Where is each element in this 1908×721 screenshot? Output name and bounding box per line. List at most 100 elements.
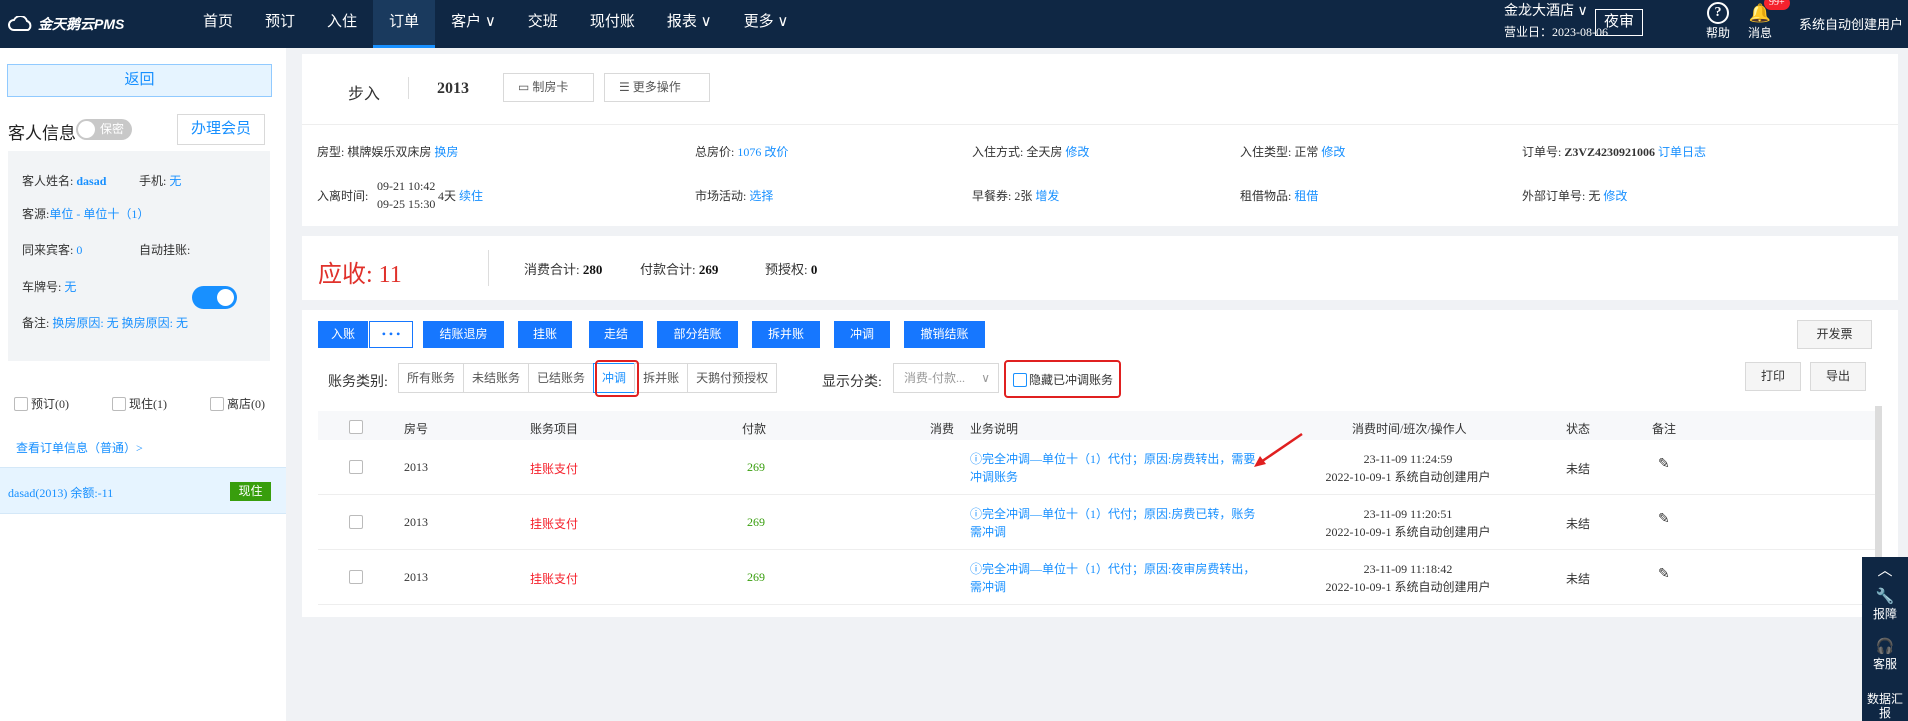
filter-reserved[interactable]: 预订(0) bbox=[14, 395, 112, 412]
messages-label: 消息 bbox=[1747, 26, 1772, 40]
hotel-selector[interactable]: 金龙大酒店 ∨ bbox=[1504, 3, 1588, 21]
edit-checkin-type-link[interactable]: 修改 bbox=[1321, 145, 1345, 159]
col-consume: 消费 bbox=[930, 422, 955, 436]
edit-icon[interactable]: ✎ bbox=[1658, 511, 1670, 528]
back-button[interactable]: 返回 bbox=[7, 64, 272, 97]
table-row[interactable]: 2013 挂账支付 269 ⓘ完全冲调—单位十（1）代付；原因:夜审房费转出，需… bbox=[318, 550, 1876, 605]
checkbox[interactable] bbox=[14, 396, 28, 411]
checkin-mode-field: 入住方式: 全天房 修改 bbox=[972, 143, 1089, 160]
messages-button[interactable]: 🔔 99+ 消息 bbox=[1742, 0, 1790, 41]
row-checkbox[interactable] bbox=[349, 460, 363, 474]
display-category-select[interactable]: 消费-付款... ∨ bbox=[893, 363, 999, 393]
due-value: 11 bbox=[378, 262, 402, 288]
order-log-link[interactable]: 订单日志 bbox=[1658, 145, 1706, 159]
checkbox[interactable] bbox=[112, 396, 126, 411]
reverse-adjust-button[interactable]: 冲调 bbox=[834, 321, 890, 348]
tab-settled[interactable]: 已结账务 bbox=[528, 363, 595, 393]
report-label: 报障 bbox=[1872, 607, 1897, 621]
row-checkbox[interactable] bbox=[349, 570, 363, 584]
export-button[interactable]: 导出 bbox=[1810, 362, 1866, 391]
row-checkbox[interactable] bbox=[349, 515, 363, 529]
table-row[interactable]: 2013 挂账支付 269 ⓘ完全冲调—单位十（1）代付；原因:房费已转，账务需… bbox=[318, 495, 1876, 550]
nav-home[interactable]: 首页 bbox=[187, 0, 249, 48]
filter-in-house[interactable]: 现住(1) bbox=[112, 395, 210, 412]
edit-checkin-mode-link[interactable]: 修改 bbox=[1065, 145, 1089, 159]
add-breakfast-link[interactable]: 增发 bbox=[1035, 189, 1059, 203]
scroll-top-button[interactable]: ︿ bbox=[1862, 561, 1908, 581]
phone-value[interactable]: 无 bbox=[169, 174, 181, 188]
cell-payment: 269 bbox=[747, 460, 765, 474]
service-label: 客服 bbox=[1872, 657, 1897, 671]
plate-value[interactable]: 无 bbox=[64, 280, 76, 294]
shift-operator: 2022-10-09-1 系统自动创建用户 bbox=[1325, 525, 1491, 539]
walk-settle-button[interactable]: 走结 bbox=[589, 321, 643, 348]
more-operations-button[interactable]: ☰ 更多操作 bbox=[604, 73, 710, 102]
change-price-link[interactable]: 改价 bbox=[764, 145, 788, 159]
change-room-link[interactable]: 换房 bbox=[434, 145, 458, 159]
post-more-button[interactable]: • • • bbox=[369, 321, 413, 348]
customer-service-button[interactable]: 🎧 客服 bbox=[1862, 637, 1908, 671]
nav-shift[interactable]: 交班 bbox=[512, 0, 574, 48]
order-item-text: dasad(2013) 余额:-11 bbox=[8, 486, 114, 500]
edit-external-order-link[interactable]: 修改 bbox=[1603, 189, 1627, 203]
help-button[interactable]: ? 帮助 bbox=[1700, 2, 1736, 41]
print-button[interactable]: 打印 bbox=[1745, 362, 1801, 391]
col-payment: 付款 bbox=[742, 422, 767, 436]
tab-all-accounts[interactable]: 所有账务 bbox=[398, 363, 465, 393]
edit-icon[interactable]: ✎ bbox=[1658, 566, 1670, 583]
register-member-button[interactable]: 办理会员 bbox=[177, 114, 265, 145]
field-label: 入住类型: bbox=[1240, 145, 1292, 159]
tab-unsettled[interactable]: 未结账务 bbox=[463, 363, 530, 393]
privacy-toggle[interactable]: 保密 bbox=[76, 119, 132, 140]
cell-description[interactable]: ⓘ完全冲调—单位十（1）代付；原因:房费已转，账务需冲调 bbox=[970, 505, 1260, 541]
table-row[interactable]: 2013 挂账支付 269 ⓘ完全冲调—单位十（1）代付；原因:房费转出，需要冲… bbox=[318, 440, 1876, 495]
select-all-checkbox[interactable] bbox=[349, 420, 363, 434]
nav-more[interactable]: 更多 ∨ bbox=[728, 0, 805, 48]
filter-checked-out[interactable]: 离店(0) bbox=[210, 395, 308, 412]
remark-label: 备注: bbox=[22, 316, 50, 330]
user-menu[interactable]: 系统自动创建用户 bbox=[1799, 14, 1903, 33]
guest-name[interactable]: dasad bbox=[76, 174, 106, 188]
companions-value[interactable]: 0 bbox=[76, 243, 82, 257]
data-report-button[interactable]: 数据汇报 bbox=[1862, 692, 1908, 720]
auto-charge-toggle[interactable] bbox=[192, 286, 237, 309]
make-room-card-button[interactable]: ▭ 制房卡 bbox=[503, 73, 594, 102]
checkin-type-title: 步入 bbox=[348, 86, 381, 103]
edit-icon[interactable]: ✎ bbox=[1658, 456, 1670, 473]
nav-checkin[interactable]: 入住 bbox=[311, 0, 373, 48]
time-value: 23-11-09 11:20:51 bbox=[1363, 507, 1453, 521]
nav-reports[interactable]: 报表 ∨ bbox=[651, 0, 728, 48]
checkbox[interactable] bbox=[210, 396, 224, 411]
view-order-info-link[interactable]: 查看订单信息（普通）> bbox=[16, 439, 143, 456]
cell-description[interactable]: ⓘ完全冲调—单位十（1）代付；原因:房费转出，需要冲调账务 bbox=[970, 450, 1260, 486]
tab-swan-pay-preauth[interactable]: 天鹅付预授权 bbox=[687, 363, 778, 393]
charge-to-account-button[interactable]: 挂账 bbox=[518, 321, 572, 348]
report-issue-button[interactable]: 🔧 报障 bbox=[1862, 587, 1908, 621]
split-merge-button[interactable]: 拆并账 bbox=[752, 321, 820, 348]
cell-payment: 269 bbox=[747, 515, 765, 529]
source-value[interactable]: 单位 - 单位十（1） bbox=[49, 207, 149, 221]
checkout-room-button[interactable]: 结账退房 bbox=[423, 321, 504, 348]
post-charge-button[interactable]: 入账 bbox=[318, 321, 368, 348]
room-number-title: 2013 bbox=[437, 80, 469, 97]
description-text: 完全冲调—单位十（1）代付；原因:夜审房费转出，需冲调 bbox=[970, 562, 1256, 594]
order-list-item[interactable]: dasad(2013) 余额:-11 现住 bbox=[0, 467, 286, 514]
issue-invoice-button[interactable]: 开发票 bbox=[1797, 320, 1872, 349]
nav-orders[interactable]: 订单 bbox=[373, 0, 436, 48]
remark-value[interactable]: 换房原因: 无 换房原因: 无 bbox=[52, 316, 188, 330]
extend-stay-link[interactable]: 续住 bbox=[459, 189, 483, 203]
nav-customers[interactable]: 客户 ∨ bbox=[435, 0, 512, 48]
preauth-total: 预授权: 0 bbox=[765, 259, 817, 278]
nav-reservation[interactable]: 预订 bbox=[249, 0, 311, 48]
cell-description[interactable]: ⓘ完全冲调—单位十（1）代付；原因:夜审房费转出，需冲调 bbox=[970, 560, 1260, 596]
night-audit-button[interactable]: 夜审 bbox=[1595, 9, 1643, 36]
total-price-value[interactable]: 1076 bbox=[737, 145, 761, 159]
partial-checkout-button[interactable]: 部分结账 bbox=[657, 321, 738, 348]
select-market-link[interactable]: 选择 bbox=[749, 189, 773, 203]
nav-cash-account[interactable]: 现付账 bbox=[574, 0, 651, 48]
cancel-checkout-button[interactable]: 撤销结账 bbox=[904, 321, 985, 348]
main-nav: 首页 预订 入住 订单 客户 ∨ 交班 现付账 报表 ∨ 更多 ∨ bbox=[187, 0, 804, 48]
rent-item-link[interactable]: 租借 bbox=[1294, 189, 1318, 203]
tab-split-merge[interactable]: 拆并账 bbox=[634, 363, 689, 393]
app-logo[interactable]: 金天鹅云PMS bbox=[8, 14, 124, 34]
